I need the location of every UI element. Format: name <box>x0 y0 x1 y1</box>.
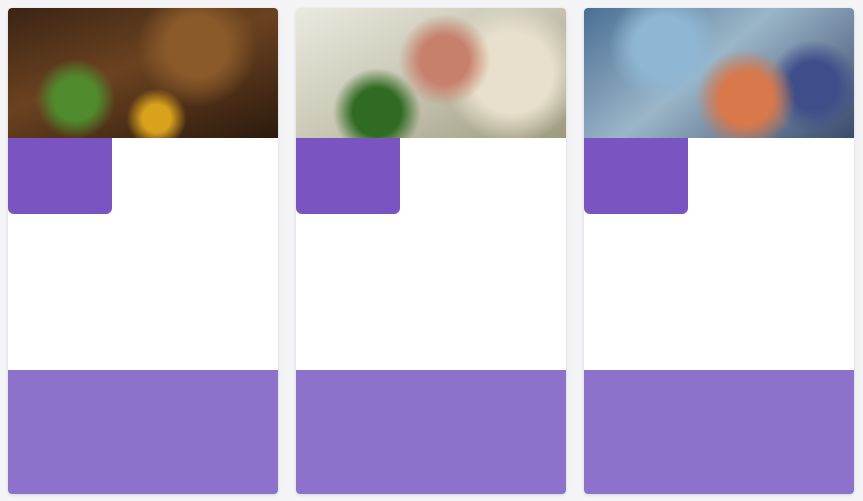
event-footer <box>8 370 278 494</box>
event-card[interactable] <box>296 8 566 494</box>
date-badge <box>296 138 400 214</box>
date-badge <box>584 138 688 214</box>
date-badge <box>8 138 112 214</box>
event-image[interactable] <box>296 8 566 138</box>
event-image[interactable] <box>8 8 278 138</box>
event-card[interactable] <box>8 8 278 494</box>
event-footer <box>584 370 854 494</box>
event-card[interactable] <box>584 8 854 494</box>
event-footer <box>296 370 566 494</box>
event-image[interactable] <box>584 8 854 138</box>
event-card-grid <box>0 0 863 501</box>
